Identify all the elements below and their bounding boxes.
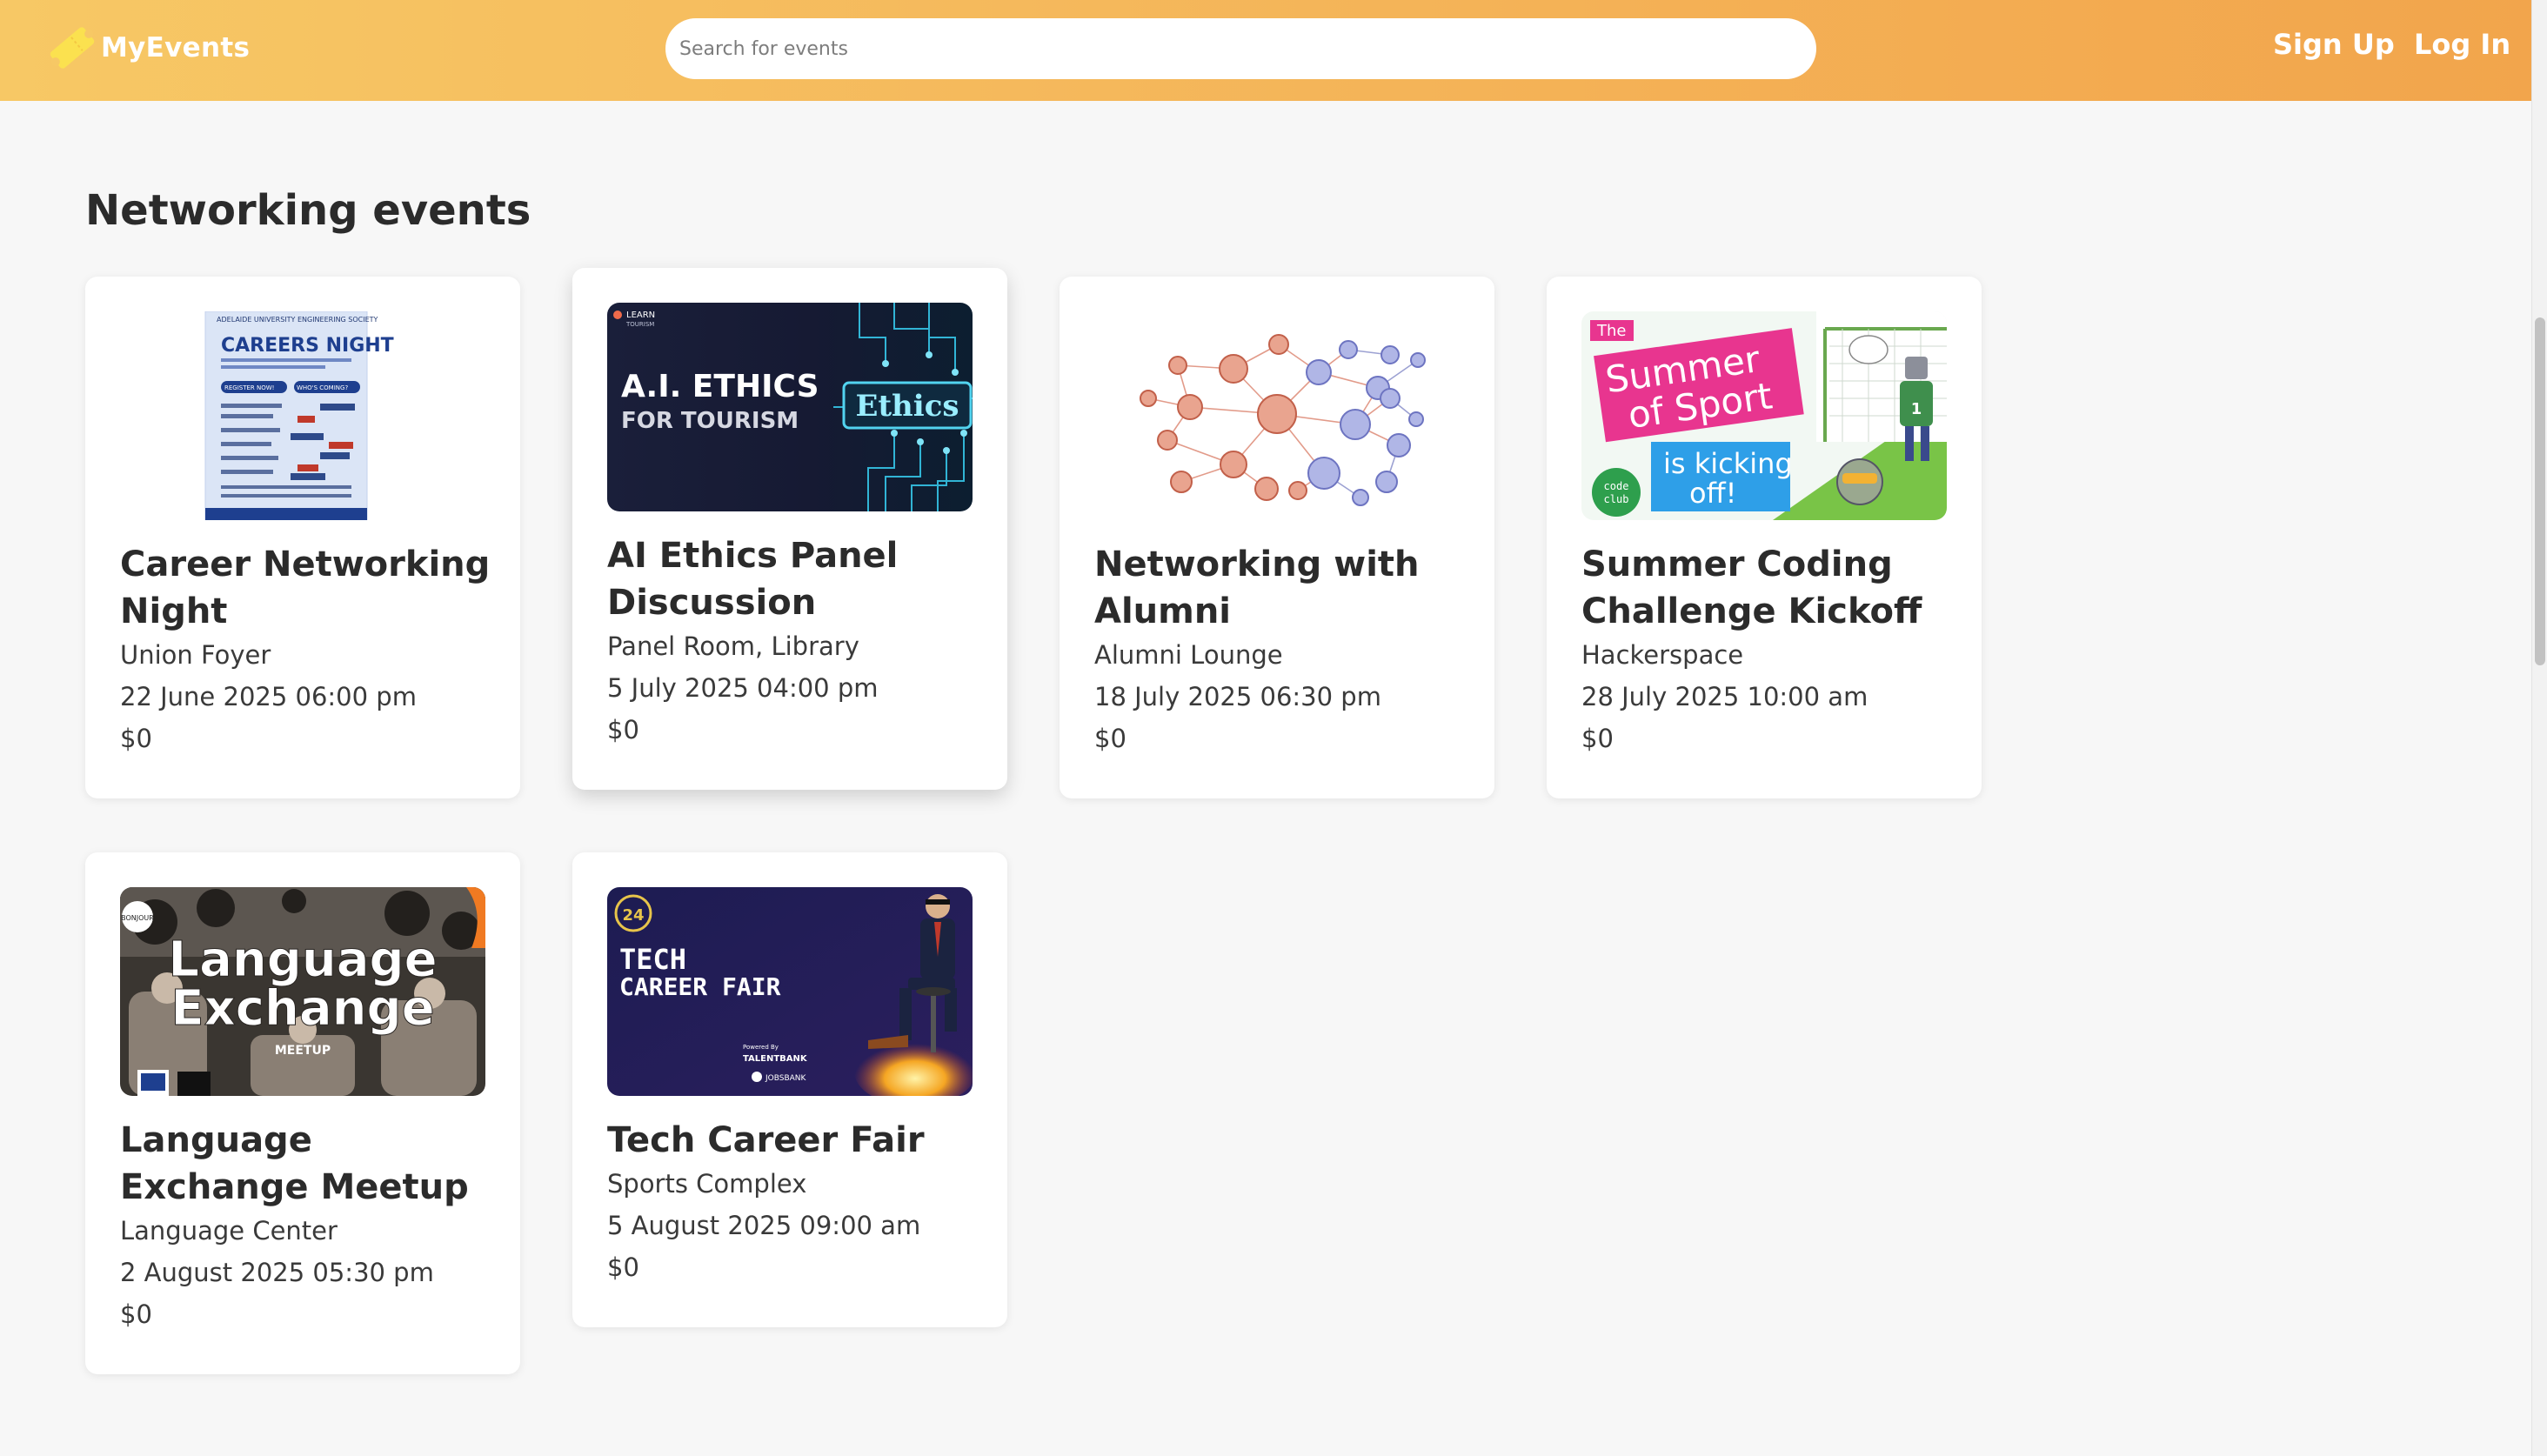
event-card-language-exchange[interactable]: Language Exchange MEETUP BONJOUR Languag… <box>85 852 520 1374</box>
poster-tagline: MEETUP <box>275 1044 331 1058</box>
signup-link[interactable]: Sign Up <box>2273 28 2395 61</box>
event-price: $0 <box>1094 724 1126 753</box>
poster-heading: A.I. ETHICS <box>621 369 819 404</box>
event-price: $0 <box>120 724 152 753</box>
event-venue: Alumni Lounge <box>1094 640 1283 670</box>
brand-name: MyEvents <box>101 32 251 63</box>
event-title[interactable]: Tech Career Fair <box>607 1117 981 1164</box>
poster-badge-1: code <box>1604 480 1629 492</box>
event-image-language-exchange: Language Exchange MEETUP BONJOUR <box>120 887 485 1096</box>
event-image-career-networking-night: ADELAIDE UNIVERSITY ENGINEERING SOCIETY … <box>120 311 485 520</box>
brand-logo-link[interactable]: MyEvents <box>45 19 250 77</box>
page-scrollbar[interactable] <box>2531 0 2547 1456</box>
search-input[interactable] <box>665 18 1816 79</box>
poster-brand-2: TOURISM <box>625 321 654 328</box>
event-price: $0 <box>607 715 639 745</box>
event-title[interactable]: AI Ethics Panel Discussion <box>607 532 981 626</box>
event-image-ai-ethics: Ethics LEARN TOURISM A.I. ETHICS FOR TOU… <box>607 303 973 511</box>
event-date: 28 July 2025 10:00 am <box>1581 682 1868 711</box>
login-link[interactable]: Log In <box>2414 28 2510 61</box>
event-price: $0 <box>120 1299 152 1329</box>
event-image-alumni-network <box>1094 311 1460 520</box>
event-date: 5 July 2025 04:00 pm <box>607 673 879 703</box>
event-venue: Union Foyer <box>120 640 271 670</box>
event-date: 18 July 2025 06:30 pm <box>1094 682 1381 711</box>
event-image-summer-of-sport: 1 The Summer of Sport is kicking off! co… <box>1581 311 1947 520</box>
event-venue: Hackerspace <box>1581 640 1744 670</box>
event-card-ai-ethics-panel[interactable]: Ethics LEARN TOURISM A.I. ETHICS FOR TOU… <box>572 268 1007 790</box>
scrollbar-thumb[interactable] <box>2535 317 2545 665</box>
event-card-tech-career-fair[interactable]: 24 TECH CAREER FAIR Powered By TALENTBAN… <box>572 852 1007 1327</box>
event-date: 5 August 2025 09:00 am <box>607 1211 921 1240</box>
event-title[interactable]: Career Networking Night <box>120 541 494 635</box>
event-price: $0 <box>1581 724 1614 753</box>
poster-powered-by: Powered By <box>743 1044 779 1051</box>
poster-bubble: BONJOUR <box>121 914 154 922</box>
poster-button-2: WHO'S COMING? <box>297 384 348 391</box>
event-card-networking-with-alumni[interactable]: Networking with Alumni Alumni Lounge 18 … <box>1060 277 1494 798</box>
poster-sponsor-1: TALENTBANK <box>743 1054 808 1064</box>
event-card-summer-coding-challenge[interactable]: 1 The Summer of Sport is kicking off! co… <box>1547 277 1982 798</box>
event-venue: Panel Room, Library <box>607 631 859 661</box>
event-price: $0 <box>607 1252 639 1282</box>
ticket-logo-icon <box>45 21 99 75</box>
event-venue: Sports Complex <box>607 1169 807 1199</box>
poster-badge: 24 <box>622 906 644 925</box>
poster-line-2: CAREER FAIR <box>619 972 781 1001</box>
poster-line-2: Exchange <box>170 980 434 1037</box>
poster-line-4: off! <box>1689 477 1736 510</box>
event-date: 2 August 2025 05:30 pm <box>120 1258 434 1287</box>
event-date: 22 June 2025 06:00 pm <box>120 682 417 711</box>
poster-sponsor-2: JOBSBANK <box>765 1074 807 1083</box>
poster-the: The <box>1596 322 1626 340</box>
poster-sign: Ethics <box>855 389 959 424</box>
poster-badge-2: club <box>1604 493 1629 505</box>
event-title[interactable]: Networking with Alumni <box>1094 541 1468 635</box>
event-venue: Language Center <box>120 1216 338 1246</box>
poster-brand-1: LEARN <box>626 311 655 320</box>
poster-shirt-number: 1 <box>1911 400 1922 418</box>
top-navbar: MyEvents Sign Up Log In <box>0 0 2531 101</box>
poster-line-3: is kicking <box>1663 447 1793 480</box>
section-title: Networking events <box>85 186 531 235</box>
poster-button-1: REGISTER NOW! <box>224 384 274 391</box>
poster-heading: CAREERS NIGHT <box>221 335 394 357</box>
poster-line-1: TECH <box>619 943 686 976</box>
event-title[interactable]: Language Exchange Meetup <box>120 1117 494 1211</box>
event-image-tech-career-fair: 24 TECH CAREER FAIR Powered By TALENTBAN… <box>607 887 973 1096</box>
event-card-career-networking-night[interactable]: ADELAIDE UNIVERSITY ENGINEERING SOCIETY … <box>85 277 520 798</box>
poster-subheading: FOR TOURISM <box>621 408 799 434</box>
event-title[interactable]: Summer Coding Challenge Kickoff <box>1581 541 1955 635</box>
poster-header: ADELAIDE UNIVERSITY ENGINEERING SOCIETY <box>217 316 378 324</box>
